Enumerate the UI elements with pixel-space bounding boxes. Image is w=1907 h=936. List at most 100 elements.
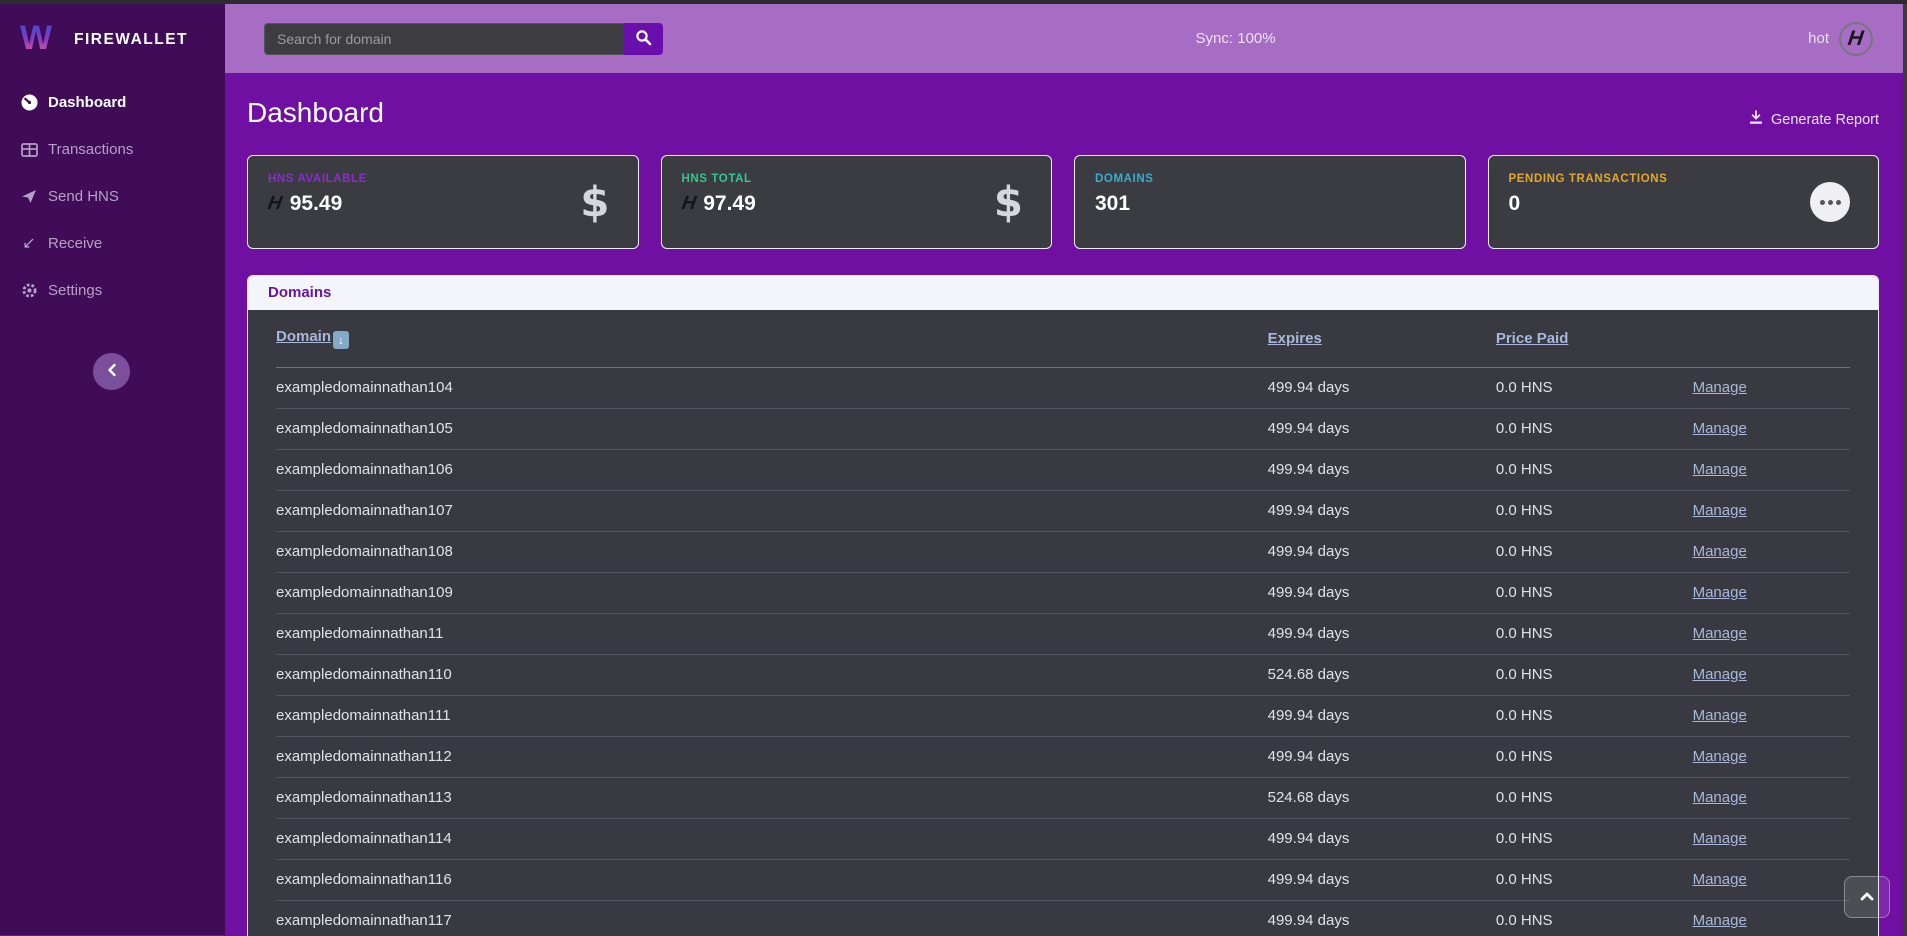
scrollbar-track[interactable] xyxy=(1903,0,1907,935)
price-cell: 0.0 HNS xyxy=(1496,736,1693,777)
wallet-selector[interactable]: hot H xyxy=(1808,22,1873,56)
ellipsis-icon[interactable] xyxy=(1810,182,1850,222)
manage-link[interactable]: Manage xyxy=(1693,707,1747,724)
sidebar-item-dashboard[interactable]: Dashboard xyxy=(0,79,225,126)
domain-cell: exampledomainnathan113 xyxy=(276,777,1268,818)
table-row: exampledomainnathan116 499.94 days 0.0 H… xyxy=(276,859,1850,900)
domain-cell: exampledomainnathan105 xyxy=(276,408,1268,449)
table-row: exampledomainnathan106 499.94 days 0.0 H… xyxy=(276,449,1850,490)
gauge-icon xyxy=(20,94,38,111)
chevron-up-icon xyxy=(1859,890,1875,905)
topbar: Sync: 100% hot H xyxy=(225,4,1907,73)
domain-cell: exampledomainnathan108 xyxy=(276,531,1268,572)
manage-link[interactable]: Manage xyxy=(1693,502,1747,519)
sidebar-item-receive[interactable]: ↙ Receive xyxy=(0,220,225,267)
table-row: exampledomainnathan110 524.68 days 0.0 H… xyxy=(276,654,1850,695)
sidebar-item-send-hns[interactable]: Send HNS xyxy=(0,173,225,220)
sort-by-price-link[interactable]: Price Paid xyxy=(1496,330,1569,347)
domains-table-body: exampledomainnathan104 499.94 days 0.0 H… xyxy=(276,367,1850,936)
table-row: exampledomainnathan107 499.94 days 0.0 H… xyxy=(276,490,1850,531)
table-row: exampledomainnathan117 499.94 days 0.0 H… xyxy=(276,900,1850,936)
expires-cell: 499.94 days xyxy=(1268,613,1496,654)
scroll-to-top-button[interactable] xyxy=(1844,876,1890,918)
stat-label: HNS TOTAL xyxy=(682,173,1032,185)
sort-by-domain-link[interactable]: Domain xyxy=(276,328,331,345)
price-cell: 0.0 HNS xyxy=(1496,613,1693,654)
stat-label: DOMAINS xyxy=(1095,173,1445,185)
domain-cell: exampledomainnathan104 xyxy=(276,367,1268,408)
domain-cell: exampledomainnathan109 xyxy=(276,572,1268,613)
generate-report-button[interactable]: Generate Report xyxy=(1748,110,1879,129)
sidebar-item-label: Transactions xyxy=(48,141,133,158)
sidebar-item-transactions[interactable]: Transactions xyxy=(0,126,225,173)
download-icon xyxy=(1748,110,1764,129)
table-row: exampledomainnathan112 499.94 days 0.0 H… xyxy=(276,736,1850,777)
domains-panel-title: Domains xyxy=(248,276,1878,310)
price-cell: 0.0 HNS xyxy=(1496,490,1693,531)
arrow-down-left-icon: ↙ xyxy=(20,236,38,252)
search-button[interactable] xyxy=(624,23,663,55)
domain-cell: exampledomainnathan112 xyxy=(276,736,1268,777)
manage-link[interactable]: Manage xyxy=(1693,830,1747,847)
search-input[interactable] xyxy=(264,23,624,55)
price-cell: 0.0 HNS xyxy=(1496,654,1693,695)
manage-link[interactable]: Manage xyxy=(1693,871,1747,888)
sort-descending-icon[interactable]: ↓ xyxy=(333,331,349,349)
gear-icon xyxy=(20,282,38,299)
manage-link[interactable]: Manage xyxy=(1693,666,1747,683)
svg-text:W: W xyxy=(20,19,53,56)
manage-link[interactable]: Manage xyxy=(1693,420,1747,437)
manage-link[interactable]: Manage xyxy=(1693,379,1747,396)
price-cell: 0.0 HNS xyxy=(1496,531,1693,572)
paper-plane-icon xyxy=(20,189,38,204)
manage-link[interactable]: Manage xyxy=(1693,543,1747,560)
stat-value: 0 xyxy=(1509,192,1521,216)
sidebar-collapse-button[interactable] xyxy=(93,353,130,390)
stat-card-hns-available: HNS AVAILABLE H 95.49 $ xyxy=(247,155,639,249)
brand[interactable]: W FIREWALLET xyxy=(0,0,225,71)
manage-link[interactable]: Manage xyxy=(1693,625,1747,642)
stat-card-domains: DOMAINS 301 xyxy=(1074,155,1466,249)
table-row: exampledomainnathan108 499.94 days 0.0 H… xyxy=(276,531,1850,572)
manage-link[interactable]: Manage xyxy=(1693,789,1747,806)
domain-cell: exampledomainnathan110 xyxy=(276,654,1268,695)
search-icon xyxy=(635,29,652,49)
sidebar-item-settings[interactable]: Settings xyxy=(0,267,225,314)
window-top-edge xyxy=(0,0,1907,4)
chevron-left-icon xyxy=(105,362,119,381)
stat-card-pending-transactions: PENDING TRANSACTIONS 0 xyxy=(1488,155,1880,249)
handshake-logo-icon: H xyxy=(1839,22,1873,56)
sidebar: W FIREWALLET Dashboard Transactions Send… xyxy=(0,0,225,935)
handshake-h-icon: H xyxy=(266,193,284,215)
sort-by-expires-link[interactable]: Expires xyxy=(1268,330,1322,347)
expires-cell: 524.68 days xyxy=(1268,654,1496,695)
price-cell: 0.0 HNS xyxy=(1496,449,1693,490)
manage-link[interactable]: Manage xyxy=(1693,584,1747,601)
domain-cell: exampledomainnathan117 xyxy=(276,900,1268,936)
table-row: exampledomainnathan105 499.94 days 0.0 H… xyxy=(276,408,1850,449)
manage-link[interactable]: Manage xyxy=(1693,748,1747,765)
manage-link[interactable]: Manage xyxy=(1693,461,1747,478)
domain-cell: exampledomainnathan114 xyxy=(276,818,1268,859)
price-cell: 0.0 HNS xyxy=(1496,900,1693,936)
table-row: exampledomainnathan114 499.94 days 0.0 H… xyxy=(276,818,1850,859)
expires-cell: 499.94 days xyxy=(1268,531,1496,572)
dollar-icon: $ xyxy=(580,178,609,227)
sidebar-item-label: Dashboard xyxy=(48,94,126,111)
manage-link[interactable]: Manage xyxy=(1693,912,1747,929)
price-cell: 0.0 HNS xyxy=(1496,695,1693,736)
price-cell: 0.0 HNS xyxy=(1496,408,1693,449)
domain-cell: exampledomainnathan116 xyxy=(276,859,1268,900)
domain-cell: exampledomainnathan106 xyxy=(276,449,1268,490)
table-icon xyxy=(20,142,38,158)
expires-cell: 499.94 days xyxy=(1268,736,1496,777)
handshake-h-icon: H xyxy=(680,193,698,215)
stat-value: 301 xyxy=(1095,192,1130,216)
table-row: exampledomainnathan113 524.68 days 0.0 H… xyxy=(276,777,1850,818)
domain-search xyxy=(264,23,663,55)
expires-cell: 499.94 days xyxy=(1268,900,1496,936)
expires-cell: 499.94 days xyxy=(1268,367,1496,408)
expires-cell: 499.94 days xyxy=(1268,818,1496,859)
dollar-icon: $ xyxy=(994,178,1023,227)
domains-panel: Domains Domain↓ Expires Price Paid examp… xyxy=(247,275,1879,936)
